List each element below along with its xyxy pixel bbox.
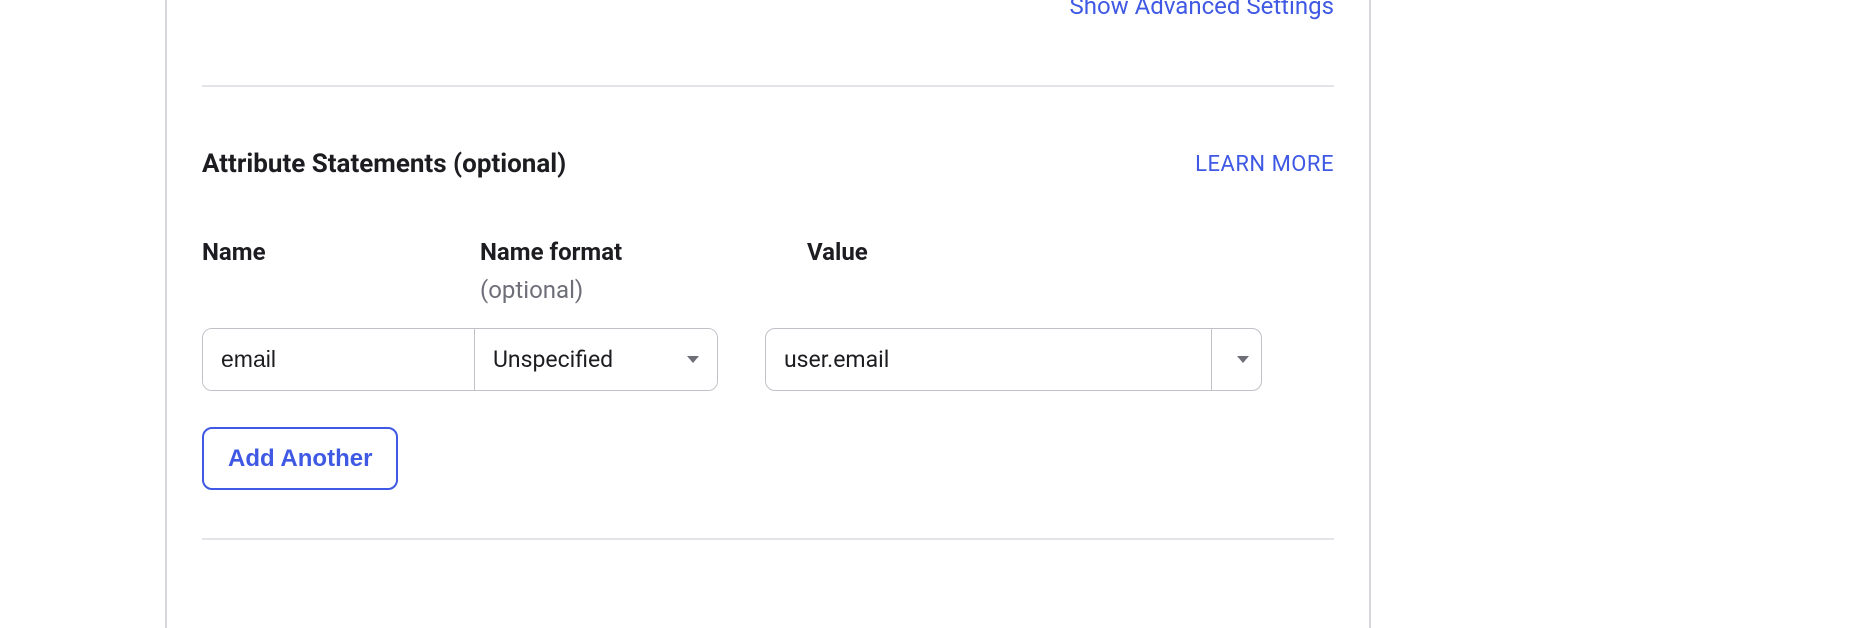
column-name-label: Name: [202, 237, 480, 268]
settings-panel: Show Advanced Settings Attribute Stateme…: [165, 0, 1371, 628]
attribute-columns-header: Name Name format (optional) Value: [202, 237, 1334, 304]
attribute-value-selected: user.email: [766, 329, 1211, 390]
column-format-header: Name format (optional): [480, 237, 760, 304]
learn-more-link[interactable]: LEARN MORE: [1195, 152, 1334, 177]
attribute-value-select[interactable]: user.email: [765, 328, 1262, 391]
attribute-statements-title: Attribute Statements (optional): [202, 149, 566, 179]
chevron-down-icon: [687, 356, 699, 363]
column-value-label: Value: [807, 237, 868, 268]
chevron-down-icon: [1237, 356, 1249, 363]
attribute-row: Unspecified user.email: [202, 328, 1334, 391]
add-another-button[interactable]: Add Another: [202, 427, 398, 490]
section-divider-bottom: [202, 538, 1334, 540]
attribute-name-input[interactable]: [203, 329, 475, 390]
column-format-sublabel: (optional): [480, 276, 760, 304]
attribute-format-select[interactable]: Unspecified: [475, 329, 717, 390]
attribute-format-selected-value: Unspecified: [493, 346, 613, 373]
column-name-header: Name: [202, 237, 480, 304]
advanced-settings-row: Show Advanced Settings: [202, 0, 1334, 20]
attribute-statements-header: Attribute Statements (optional) LEARN MO…: [202, 149, 1334, 179]
column-value-header: Value: [807, 237, 868, 304]
attribute-value-dropdown-toggle[interactable]: [1211, 329, 1261, 390]
show-advanced-settings-link[interactable]: Show Advanced Settings: [1069, 0, 1334, 20]
name-format-group: Unspecified: [202, 328, 718, 391]
column-format-label: Name format: [480, 237, 760, 268]
section-divider-top: [202, 85, 1334, 87]
